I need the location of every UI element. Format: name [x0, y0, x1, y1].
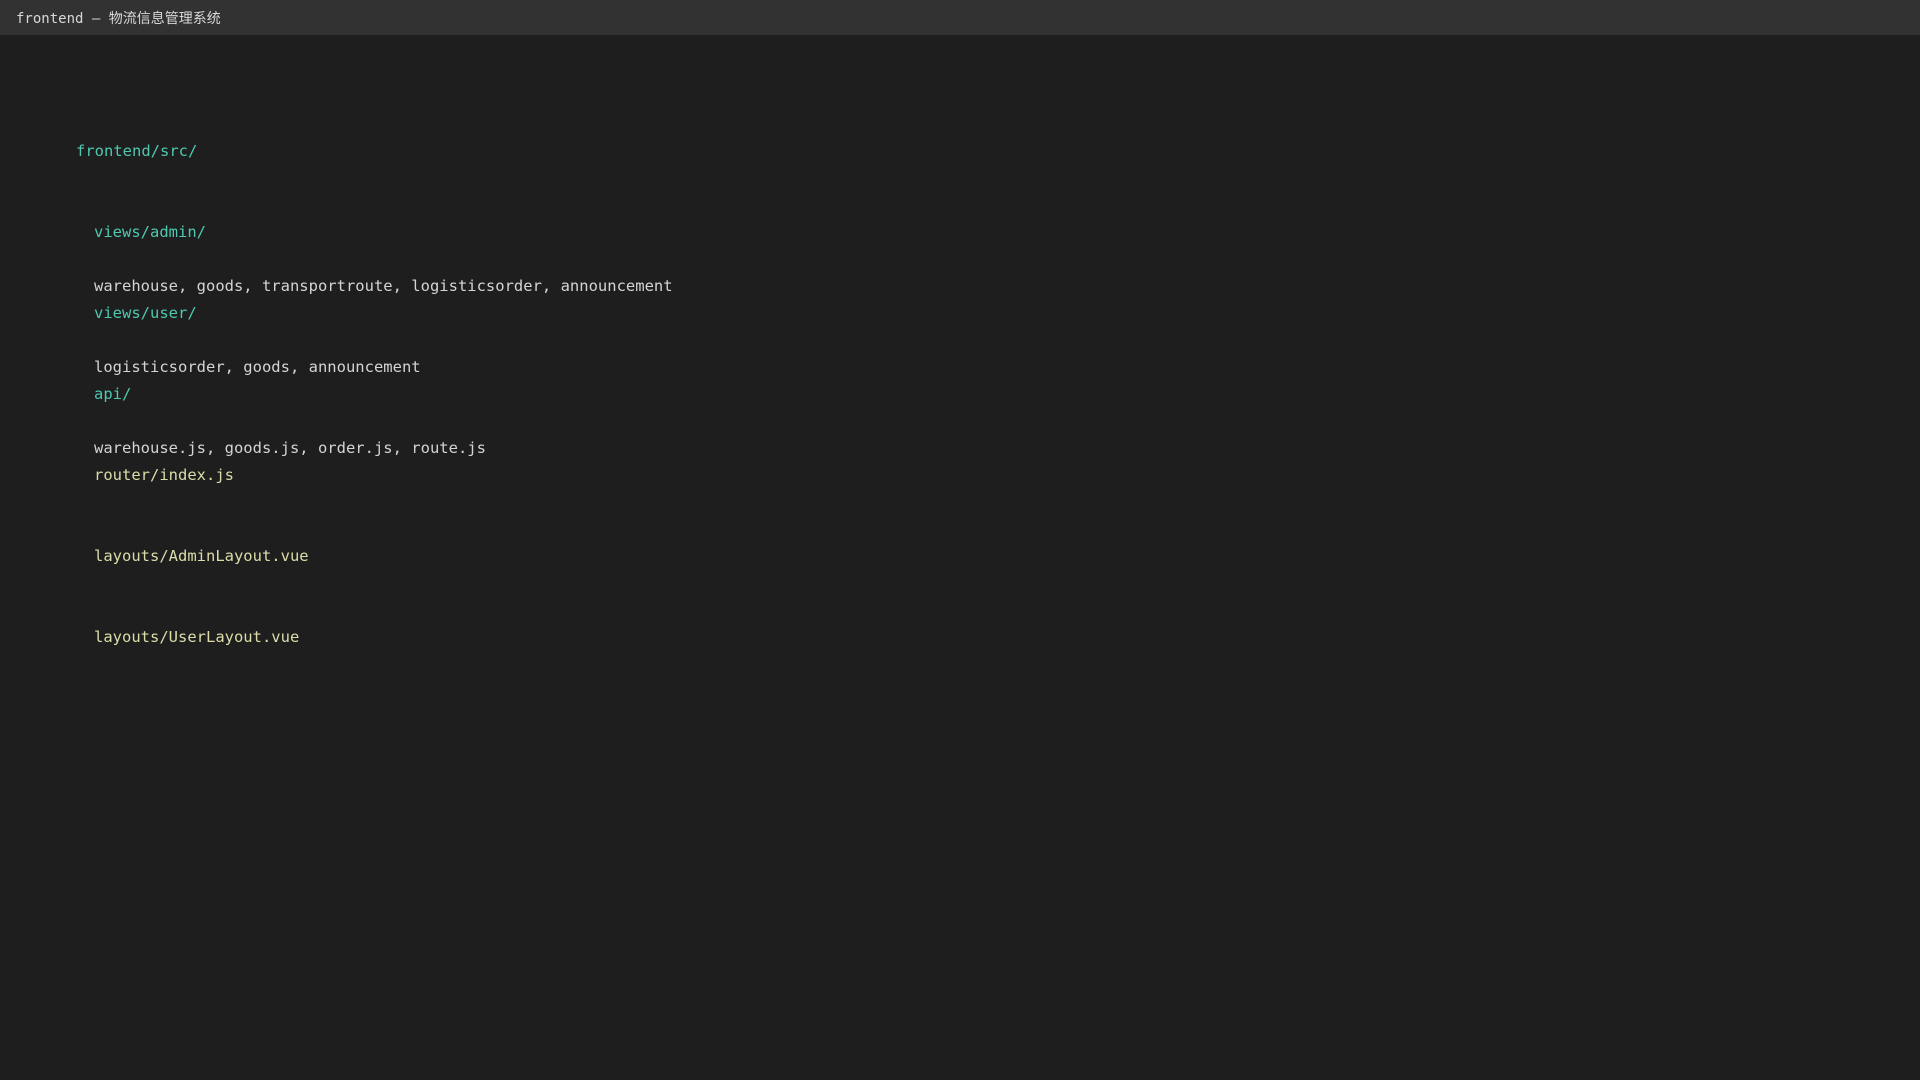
admin-layout-file-label: layouts/AdminLayout.vue — [94, 547, 309, 565]
admin-views-dir-label: views/admin/ — [94, 223, 206, 241]
tree-row-user-layout: layouts/UserLayout.vue — [20, 597, 673, 646]
window-title-bar: frontend — 物流信息管理系统 — [0, 0, 1920, 35]
api-items: warehouse.js, goods.js, order.js, route.… — [94, 439, 486, 457]
root-dir-label: frontend/src/ — [76, 142, 198, 160]
tree-row-admin-layout: layouts/AdminLayout.vue — [20, 516, 673, 565]
file-tree: frontend/src/ views/admin/ warehouse, go… — [20, 57, 673, 678]
user-views-dir-label: views/user/ — [94, 304, 197, 322]
tree-row-admin-views: views/admin/ warehouse, goods, transport… — [20, 192, 673, 295]
api-dir-label: api/ — [94, 385, 132, 403]
user-layout-file-label: layouts/UserLayout.vue — [94, 628, 300, 646]
editor-pane: frontend/src/ views/admin/ warehouse, go… — [0, 35, 1920, 1080]
admin-views-items: warehouse, goods, transportroute, logist… — [94, 277, 673, 295]
user-views-items: logisticsorder, goods, announcement — [94, 358, 421, 376]
window-title: frontend — 物流信息管理系统 — [16, 10, 221, 27]
tree-row-root: frontend/src/ — [20, 111, 673, 160]
router-file-label: router/index.js — [94, 466, 234, 484]
